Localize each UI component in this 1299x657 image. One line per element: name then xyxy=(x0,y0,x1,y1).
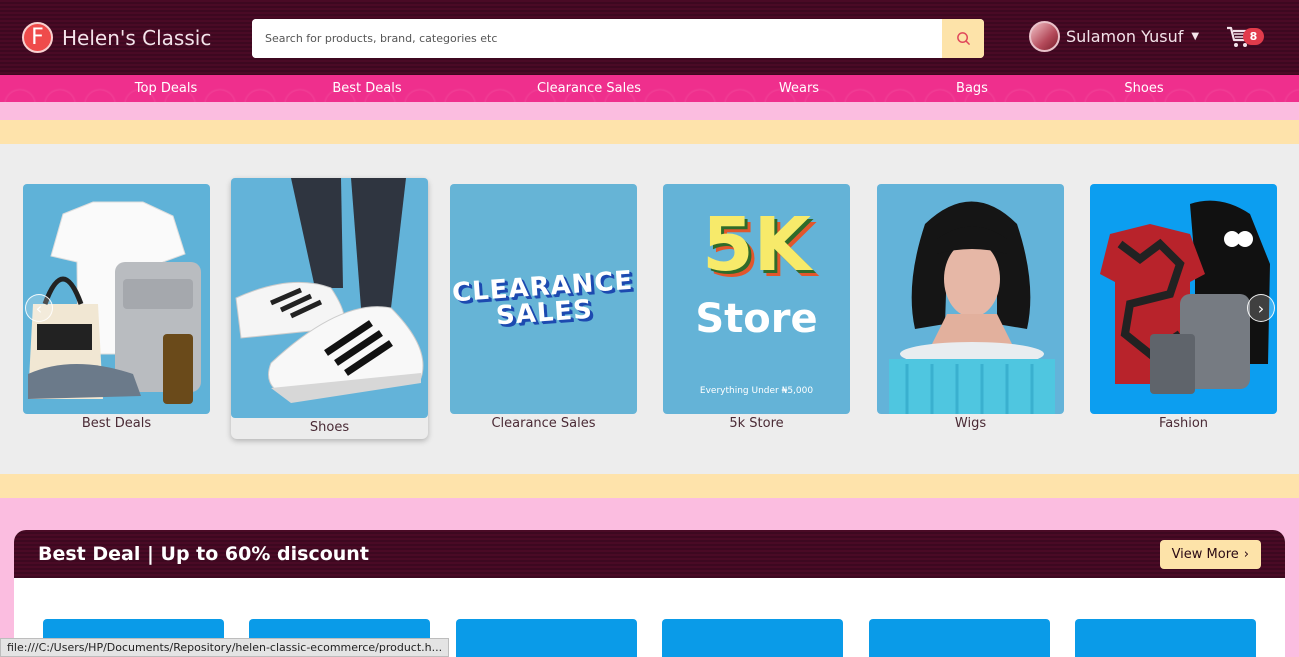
avatar xyxy=(1029,21,1060,52)
category-card-clearance-sales[interactable]: CLEARANCE SALES Clearance Sales xyxy=(450,184,637,431)
wigs-image xyxy=(877,184,1064,414)
search-bar xyxy=(252,19,984,58)
logo[interactable]: F Helen's Classic xyxy=(22,22,211,53)
section-title: Best Deal | Up to 60% discount xyxy=(38,543,369,565)
carousel-next-button[interactable]: › xyxy=(1247,294,1275,322)
user-menu[interactable]: Sulamon Yusuf ▼ xyxy=(1029,21,1199,52)
cart-count-badge: 8 xyxy=(1243,28,1264,45)
best-deal-header: Best Deal | Up to 60% discount View More… xyxy=(14,530,1285,578)
category-label: Wigs xyxy=(954,416,987,431)
category-card-wigs[interactable]: Wigs xyxy=(877,184,1064,431)
user-name: Sulamon Yusuf xyxy=(1066,27,1184,46)
nav-item-clearance-sales[interactable]: Clearance Sales xyxy=(537,81,641,96)
logo-icon: F xyxy=(22,22,53,53)
5k-store-image: 5K Store Everything Under ₦5,000 xyxy=(663,184,850,414)
caret-down-icon: ▼ xyxy=(1191,31,1200,42)
divider-band xyxy=(0,474,1299,498)
5k-banner-big: 5K xyxy=(702,202,811,288)
product-card[interactable] xyxy=(1075,619,1256,657)
chevron-left-icon: ‹ xyxy=(35,298,43,318)
shoes-image xyxy=(231,178,428,418)
cart-button[interactable]: 8 xyxy=(1226,25,1264,53)
clearance-sales-image: CLEARANCE SALES xyxy=(450,184,637,414)
search-button[interactable] xyxy=(942,19,984,58)
view-more-label: View More xyxy=(1171,547,1239,562)
category-card-shoes[interactable]: Shoes xyxy=(231,178,428,439)
chevron-right-icon: › xyxy=(1243,547,1249,562)
category-card-5k-store[interactable]: 5K Store Everything Under ₦5,000 5k Stor… xyxy=(663,184,850,431)
search-input[interactable] xyxy=(252,19,942,58)
browser-status-bar: file:///C:/Users/HP/Documents/Repository… xyxy=(0,638,450,657)
category-carousel: Best Deals Shoes CLEARANCE SALES Clearan… xyxy=(0,144,1299,474)
header: F Helen's Classic Sulamon Yusuf ▼ 8 xyxy=(0,0,1299,75)
best-deals-image xyxy=(23,184,210,414)
category-label: Shoes xyxy=(309,420,350,435)
nav-item-top-deals[interactable]: Top Deals xyxy=(135,81,197,96)
product-card[interactable] xyxy=(662,619,843,657)
carousel-prev-button[interactable]: ‹ xyxy=(25,294,53,322)
nav-item-shoes[interactable]: Shoes xyxy=(1124,81,1163,96)
category-label: Fashion xyxy=(1158,416,1209,431)
chevron-right-icon: › xyxy=(1257,298,1265,318)
nav-item-best-deals[interactable]: Best Deals xyxy=(332,81,401,96)
view-more-button[interactable]: View More › xyxy=(1159,540,1261,569)
category-label: Best Deals xyxy=(81,416,152,431)
5k-banner-subtitle: Everything Under ₦5,000 xyxy=(699,386,814,396)
category-label: Clearance Sales xyxy=(491,416,596,431)
5k-banner-store: Store xyxy=(695,296,818,342)
category-label: 5k Store xyxy=(729,416,784,431)
category-nav: Top Deals Best Deals Clearance Sales Wea… xyxy=(0,75,1299,102)
nav-item-wears[interactable]: Wears xyxy=(779,81,819,96)
product-card[interactable] xyxy=(456,619,637,657)
divider-band xyxy=(0,102,1299,120)
divider-band xyxy=(0,120,1299,144)
product-card[interactable] xyxy=(869,619,1050,657)
brand-name: Helen's Classic xyxy=(62,25,212,50)
nav-item-bags[interactable]: Bags xyxy=(956,81,988,96)
search-icon xyxy=(956,32,970,45)
